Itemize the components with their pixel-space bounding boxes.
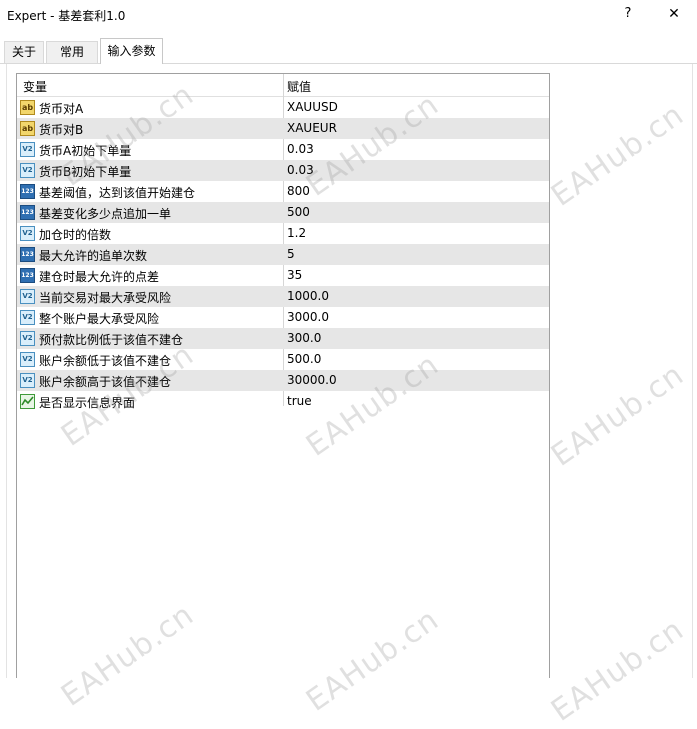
table-row[interactable]: V2 当前交易对最大承受风险 1000.0 — [17, 286, 549, 307]
table-row[interactable]: 123 基差阈值，达到该值开始建仓 800 — [17, 181, 549, 202]
parameter-name: 当前交易对最大承受风险 — [39, 291, 172, 305]
parameter-name: 货币对B — [39, 123, 84, 137]
parameter-name: 预付款比例低于该值不建仓 — [39, 333, 184, 347]
va-double-icon: V2 — [20, 226, 35, 241]
help-button[interactable]: ? — [616, 2, 640, 26]
parameter-value[interactable]: XAUEUR — [287, 121, 337, 135]
table-row[interactable]: ab 货币对B XAUEUR — [17, 118, 549, 139]
parameter-name: 基差变化多少点追加一单 — [39, 207, 172, 221]
parameter-value[interactable]: 500.0 — [287, 352, 321, 366]
va-double-icon: V2 — [20, 331, 35, 346]
parameter-name: 最大允许的追单次数 — [39, 249, 148, 263]
va-double-icon: V2 — [20, 352, 35, 367]
window-title: Expert - 基差套利1.0 — [7, 9, 126, 23]
parameter-name: 加仓时的倍数 — [39, 228, 112, 242]
table-row[interactable]: ab 货币对A XAUUSD — [17, 97, 549, 118]
parameter-name: 整个账户最大承受风险 — [39, 312, 160, 326]
tab-common[interactable]: 常用 — [46, 41, 98, 63]
table-row[interactable]: V2 整个账户最大承受风险 3000.0 — [17, 307, 549, 328]
table-row[interactable]: V2 货币A初始下单量 0.03 — [17, 139, 549, 160]
int-123-icon: 123 — [20, 268, 35, 283]
parameter-value[interactable]: XAUUSD — [287, 100, 338, 114]
parameter-name: 货币对A — [39, 102, 84, 116]
header-value: 赋值 — [287, 80, 312, 94]
title-bar: Expert - 基差套利1.0 ? ✕ — [0, 0, 697, 30]
parameter-value[interactable]: true — [287, 394, 312, 408]
parameter-name: 账户余额高于该值不建仓 — [39, 375, 172, 389]
parameter-name: 建仓时最大允许的点差 — [39, 270, 160, 284]
table-row[interactable]: V2 加仓时的倍数 1.2 — [17, 223, 549, 244]
table-row[interactable]: 123 建仓时最大允许的点差 35 — [17, 265, 549, 286]
parameter-value[interactable]: 35 — [287, 268, 302, 282]
parameter-value[interactable]: 1000.0 — [287, 289, 329, 303]
table-row[interactable]: V2 账户余额高于该值不建仓 30000.0 — [17, 370, 549, 391]
table-row[interactable]: V2 账户余额低于该值不建仓 500.0 — [17, 349, 549, 370]
va-double-icon: V2 — [20, 373, 35, 388]
int-123-icon: 123 — [20, 247, 35, 262]
header-variable: 变量 — [23, 80, 48, 94]
tab-inputs[interactable]: 输入参数 — [100, 38, 163, 64]
parameter-name: 货币B初始下单量 — [39, 165, 132, 179]
table-row[interactable]: V2 货币B初始下单量 0.03 — [17, 160, 549, 181]
parameter-value[interactable]: 0.03 — [287, 163, 314, 177]
parameters-table: 变量 赋值 ab 货币对A XAUUSD ab 货币对B XAUEUR V2 货币A初始下单量… — [16, 73, 550, 678]
ab-string-icon: ab — [20, 121, 35, 136]
table-row[interactable]: 123 最大允许的追单次数 5 — [17, 244, 549, 265]
parameter-value[interactable]: 300.0 — [287, 331, 321, 345]
va-double-icon: V2 — [20, 289, 35, 304]
va-double-icon: V2 — [20, 163, 35, 178]
int-123-icon: 123 — [20, 184, 35, 199]
parameter-value[interactable]: 5 — [287, 247, 295, 261]
parameter-name: 货币A初始下单量 — [39, 144, 132, 158]
table-row[interactable]: 123 基差变化多少点追加一单 500 — [17, 202, 549, 223]
parameter-name: 是否显示信息界面 — [39, 396, 136, 410]
va-double-icon: V2 — [20, 142, 35, 157]
close-button[interactable]: ✕ — [662, 2, 686, 26]
table-row[interactable]: V2 预付款比例低于该值不建仓 300.0 — [17, 328, 549, 349]
bool-icon — [20, 394, 35, 409]
int-123-icon: 123 — [20, 205, 35, 220]
va-double-icon: V2 — [20, 310, 35, 325]
parameter-value[interactable]: 1.2 — [287, 226, 306, 240]
parameter-name: 基差阈值，达到该值开始建仓 — [39, 186, 196, 200]
parameter-value[interactable]: 30000.0 — [287, 373, 337, 387]
parameter-value[interactable]: 0.03 — [287, 142, 314, 156]
table-row[interactable]: 是否显示信息界面 true — [17, 391, 549, 412]
tab-bar: 关于 常用 输入参数 — [0, 38, 697, 64]
tab-about[interactable]: 关于 — [4, 41, 44, 63]
ab-string-icon: ab — [20, 100, 35, 115]
parameter-name: 账户余额低于该值不建仓 — [39, 354, 172, 368]
parameter-value[interactable]: 3000.0 — [287, 310, 329, 324]
parameter-value[interactable]: 800 — [287, 184, 310, 198]
parameter-value[interactable]: 500 — [287, 205, 310, 219]
